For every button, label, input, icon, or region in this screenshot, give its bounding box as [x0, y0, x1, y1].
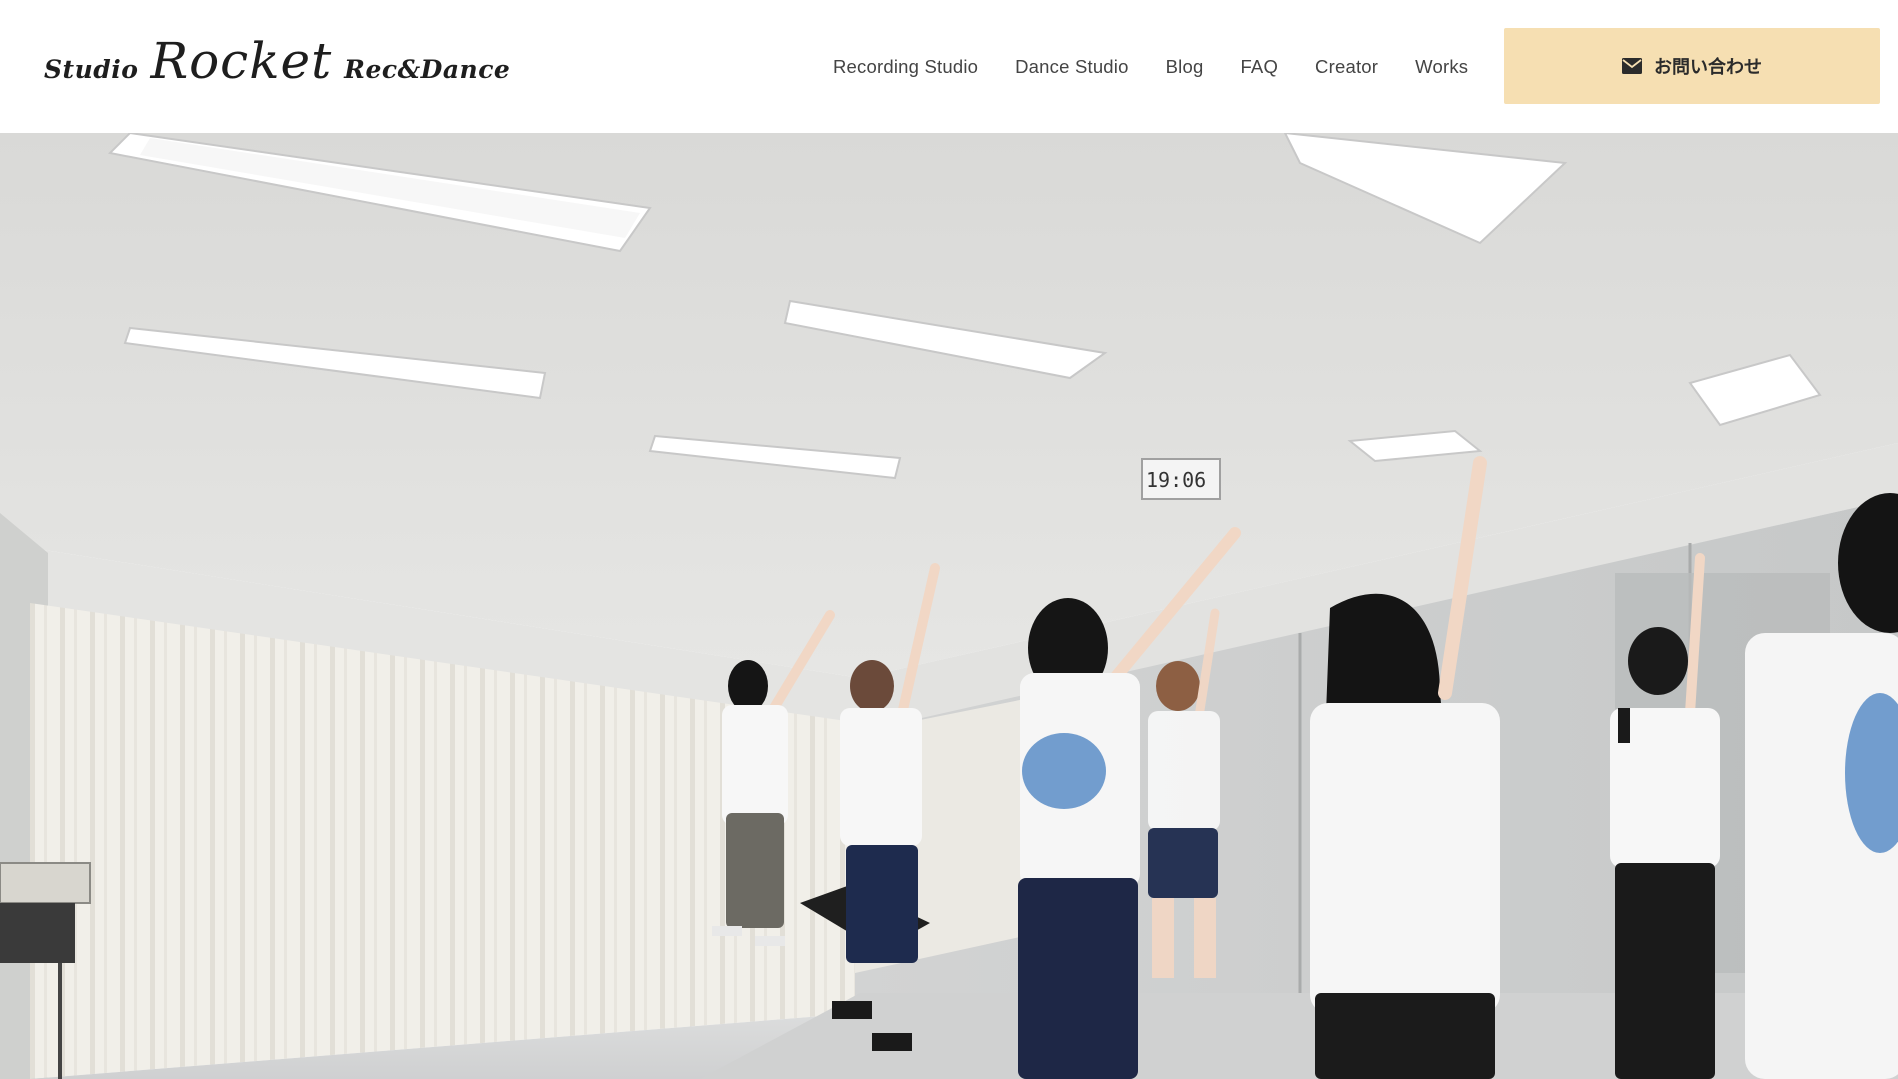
logo-prefix: Studio: [44, 55, 139, 84]
envelope-icon: [1622, 58, 1642, 74]
wall-clock: 19:06: [1141, 458, 1221, 500]
nav-faq[interactable]: FAQ: [1240, 56, 1278, 78]
site-logo[interactable]: Studio Rocket Rec&Dance: [44, 32, 510, 90]
contact-label: お問い合わせ: [1654, 57, 1762, 77]
logo-main: Rocket: [150, 32, 333, 90]
dance-studio-photo: 19:06: [0, 133, 1898, 1079]
nav-works[interactable]: Works: [1415, 56, 1468, 78]
contact-button[interactable]: お問い合わせ: [1504, 28, 1880, 104]
svg-text:19:06: 19:06: [1146, 468, 1206, 492]
hero-image: 19:06: [0, 133, 1898, 1079]
logo-suffix: Rec&Dance: [344, 55, 511, 84]
site-header: Studio Rocket Rec&Dance Recording Studio…: [0, 0, 1898, 133]
main-nav: Recording Studio Dance Studio Blog FAQ C…: [833, 56, 1468, 78]
nav-dance-studio[interactable]: Dance Studio: [1015, 56, 1128, 78]
nav-creator[interactable]: Creator: [1315, 56, 1378, 78]
nav-blog[interactable]: Blog: [1166, 56, 1204, 78]
nav-recording-studio[interactable]: Recording Studio: [833, 56, 978, 78]
